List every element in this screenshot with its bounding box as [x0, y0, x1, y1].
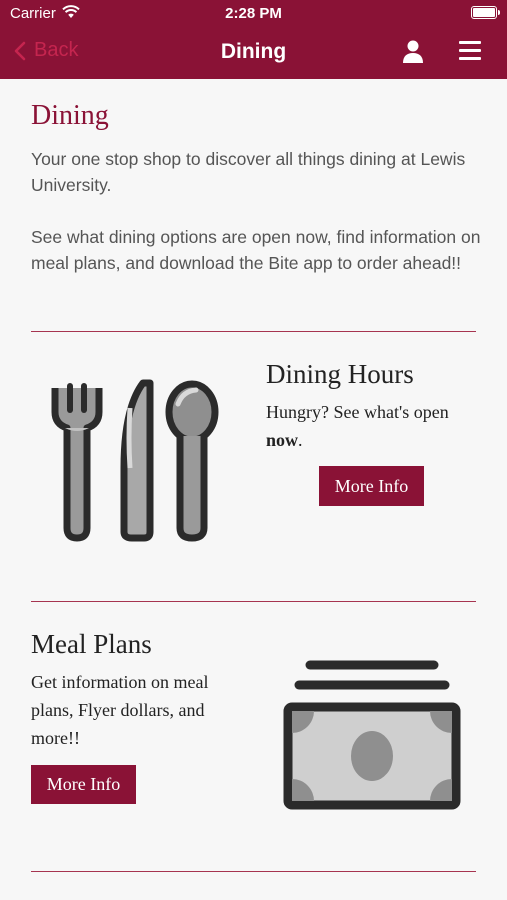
dining-hours-more-info-button[interactable]: More Info — [319, 466, 424, 506]
dining-hours-text-bold: now — [266, 430, 299, 450]
user-icon[interactable] — [402, 39, 424, 63]
intro-paragraph-1: Your one stop shop to discover all thing… — [31, 149, 466, 195]
menu-icon[interactable] — [459, 41, 481, 61]
dining-hours-title: Dining Hours — [266, 359, 414, 389]
status-time: 2:28 PM — [225, 5, 282, 22]
divider — [31, 331, 476, 332]
page-heading: Dining — [31, 100, 109, 131]
utensils-icon — [51, 379, 219, 542]
divider — [31, 601, 476, 602]
meal-plans-title: Meal Plans — [31, 629, 152, 659]
intro-paragraph-2: See what dining options are open now, fi… — [31, 227, 481, 273]
top-bar: Carrier 2:28 PM Back Dining — [0, 0, 507, 79]
money-icon — [283, 660, 461, 810]
dining-hours-text-after: . — [298, 430, 303, 450]
nav-bar: Back Dining — [0, 28, 507, 78]
battery-icon — [471, 6, 497, 19]
divider — [31, 871, 476, 872]
status-bar: Carrier 2:28 PM — [0, 0, 507, 26]
dining-hours-text-before: Hungry? See what's open — [266, 402, 449, 422]
meal-plans-text: Get information on meal plans, Flyer dol… — [31, 672, 209, 748]
intro-text: Your one stop shop to discover all thing… — [31, 146, 486, 302]
dining-hours-text: Hungry? See what's open now. — [266, 398, 481, 454]
nav-title: Dining — [220, 40, 287, 63]
meal-plans-more-info-button[interactable]: More Info — [31, 765, 136, 804]
